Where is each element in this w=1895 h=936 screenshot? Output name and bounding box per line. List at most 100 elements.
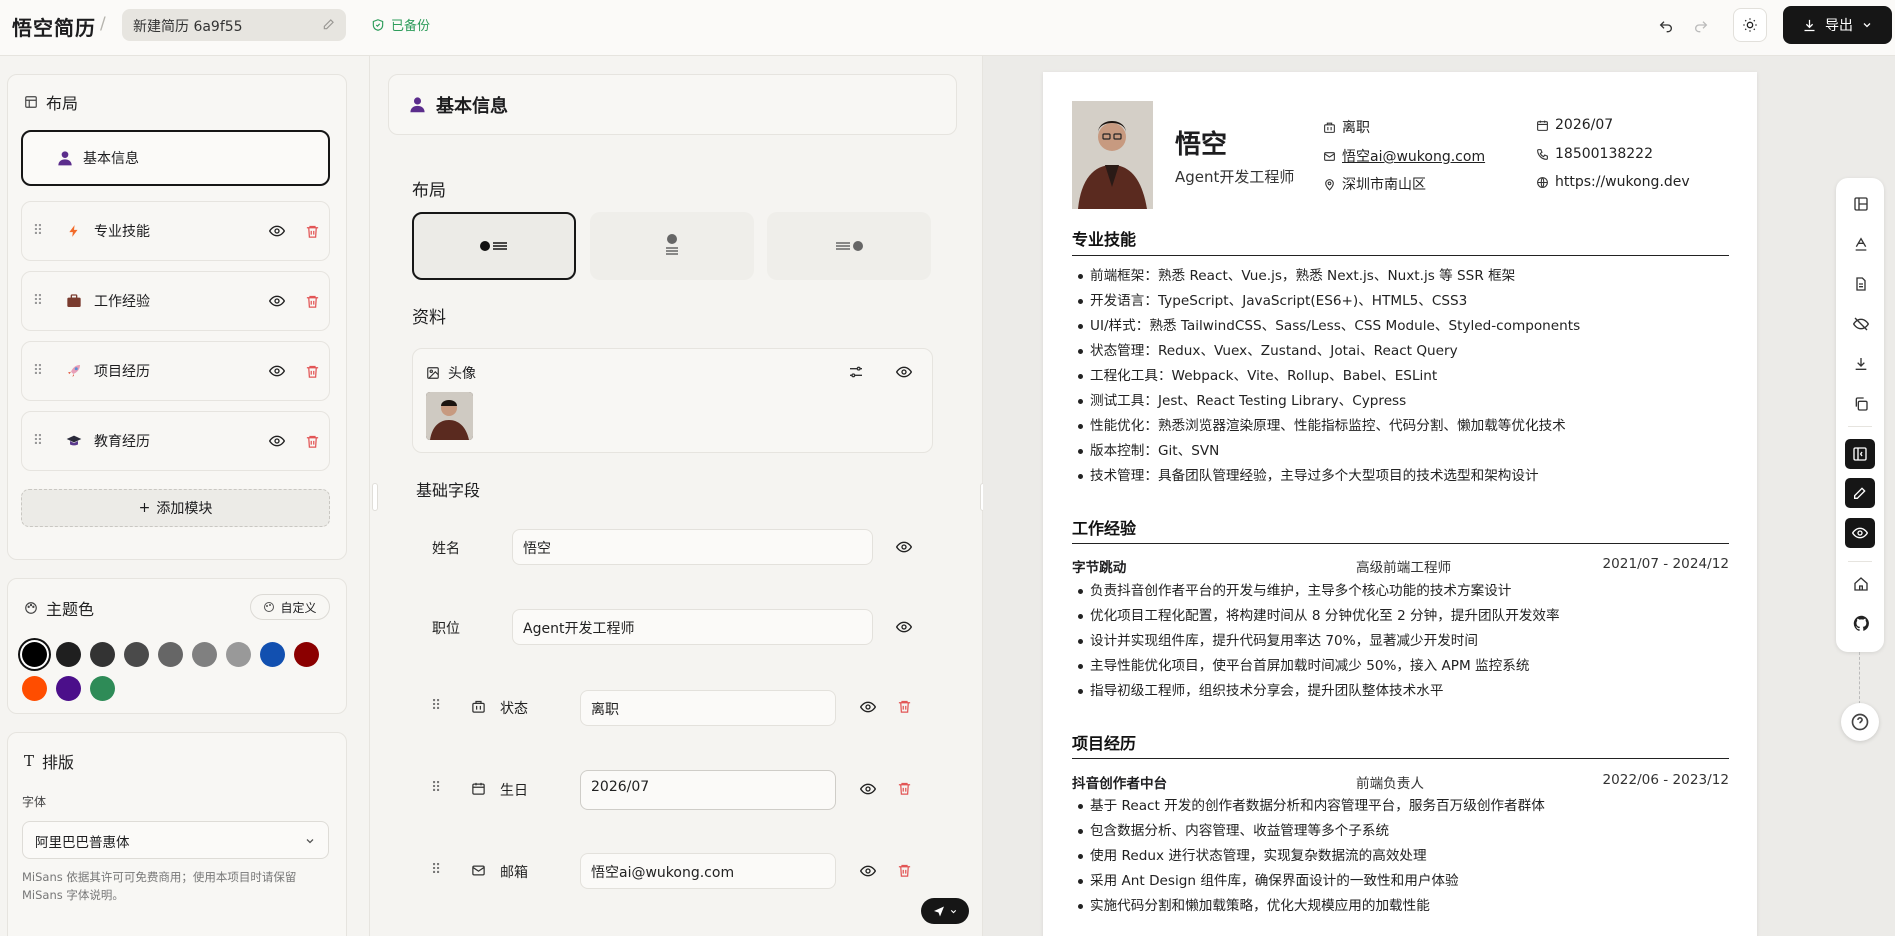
color-swatch[interactable] — [22, 642, 47, 667]
status-input[interactable]: 离职 — [580, 690, 836, 726]
export-label: 导出 — [1825, 18, 1853, 34]
color-swatch[interactable] — [90, 676, 115, 701]
edit-icon[interactable] — [322, 17, 336, 31]
color-swatch[interactable] — [56, 642, 81, 667]
trash-icon[interactable] — [897, 781, 912, 796]
github-button[interactable] — [1848, 610, 1874, 636]
position-field-label: 职位 — [432, 621, 460, 637]
eye-icon — [1852, 525, 1868, 541]
font-select[interactable]: 阿里巴巴普惠体 — [22, 821, 329, 859]
resize-handle[interactable] — [372, 483, 378, 511]
color-swatch[interactable] — [294, 642, 319, 667]
undo-button[interactable] — [1652, 12, 1680, 38]
list-item: 采用 Ant Design 组件库，确保界面设计的一致性和用户体验 — [1072, 869, 1732, 894]
module-projects[interactable]: ⠿ 项目经历 — [21, 341, 330, 401]
home-button[interactable] — [1848, 571, 1874, 597]
eye-icon[interactable] — [896, 619, 912, 635]
color-swatch[interactable] — [56, 676, 81, 701]
birthday-input[interactable]: 2026/07 — [580, 770, 836, 810]
help-icon — [1850, 712, 1870, 732]
skills-list: 前端框架：熟悉 React、Vue.js，熟悉 Next.js、Nuxt.js … — [1072, 264, 1732, 489]
module-skills[interactable]: ⠿ 专业技能 — [21, 201, 330, 261]
trash-icon[interactable] — [295, 434, 329, 449]
color-swatch[interactable] — [260, 642, 285, 667]
email-input[interactable]: 悟空ai@wukong.com — [580, 853, 836, 889]
resume-birthday-value: 2026/07 — [1555, 117, 1614, 133]
eye-icon[interactable] — [896, 364, 912, 380]
sliders-icon[interactable] — [848, 364, 864, 380]
drag-handle-icon[interactable]: ⠿ — [22, 363, 54, 379]
eye-icon[interactable] — [896, 539, 912, 555]
app-logo[interactable]: 悟空简历 — [12, 12, 96, 41]
help-button[interactable] — [1841, 703, 1879, 741]
trash-icon[interactable] — [897, 863, 912, 878]
download-icon — [1853, 356, 1869, 372]
copy-button[interactable] — [1848, 391, 1874, 417]
layout-panel-button[interactable] — [1848, 191, 1874, 217]
briefcase-icon — [54, 293, 94, 309]
drag-handle-icon[interactable]: ⠿ — [22, 433, 54, 449]
resume-status-value: 离职 — [1342, 120, 1370, 136]
trash-icon[interactable] — [295, 224, 329, 239]
position-input[interactable]: Agent开发工程师 — [512, 609, 873, 645]
work-period: 2021/07 - 2024/12 — [1602, 556, 1730, 572]
download-button[interactable] — [1848, 351, 1874, 377]
document-button[interactable] — [1848, 271, 1874, 297]
drag-handle-icon[interactable]: ⠿ — [431, 780, 441, 796]
panel-toggle-button[interactable] — [1845, 439, 1875, 469]
status-input-value: 离职 — [591, 702, 619, 718]
layout-right-avatar-button[interactable] — [767, 212, 931, 280]
module-education[interactable]: ⠿ 教育经历 — [21, 411, 330, 471]
color-swatch[interactable] — [22, 676, 47, 701]
resume-paper: 悟空 Agent开发工程师 离职 悟空ai@wukong.com 深圳市南山区 … — [1043, 72, 1757, 936]
resume-title-input[interactable]: 新建简历 6a9f55 — [122, 9, 346, 41]
module-work-experience[interactable]: ⠿ 工作经验 — [21, 271, 330, 331]
hide-button[interactable] — [1848, 311, 1874, 337]
send-menu-button[interactable] — [921, 898, 969, 924]
color-swatch[interactable] — [192, 642, 217, 667]
avatar-thumbnail[interactable] — [426, 392, 473, 440]
work-position: 高级前端工程师 — [1356, 560, 1452, 576]
name-input[interactable]: 悟空 — [512, 529, 873, 565]
layout-icon — [24, 95, 38, 109]
drag-handle-icon[interactable]: ⠿ — [22, 293, 54, 309]
layout-center-avatar-button[interactable] — [590, 212, 754, 280]
eye-icon[interactable] — [259, 433, 295, 449]
resume-email-link[interactable]: 悟空ai@wukong.com — [1342, 146, 1485, 166]
resume-website-value: https://wukong.dev — [1555, 174, 1690, 190]
eye-icon[interactable] — [860, 699, 876, 715]
color-swatch[interactable] — [158, 642, 183, 667]
preview-mode-button[interactable] — [1845, 518, 1875, 548]
text-style-button[interactable] — [1848, 231, 1874, 257]
add-module-button[interactable]: + 添加模块 — [21, 489, 330, 527]
color-swatch[interactable] — [226, 642, 251, 667]
list-item: 性能优化：熟悉浏览器渲染原理、性能指标监控、代码分割、懒加载等优化技术 — [1072, 414, 1732, 439]
custom-label: 自定义 — [280, 600, 317, 615]
list-item: 实施代码分割和懒加载策略，优化大规模应用的加载性能 — [1072, 894, 1732, 919]
trash-icon[interactable] — [295, 364, 329, 379]
layout-left-avatar-button[interactable] — [412, 212, 576, 280]
eye-icon[interactable] — [259, 293, 295, 309]
drag-handle-icon[interactable]: ⠿ — [431, 862, 441, 878]
eye-icon[interactable] — [860, 863, 876, 879]
custom-color-button[interactable]: 自定义 — [250, 594, 330, 620]
edit-mode-button[interactable] — [1845, 478, 1875, 508]
color-swatch[interactable] — [124, 642, 149, 667]
lightning-icon — [54, 223, 94, 239]
trash-icon[interactable] — [897, 699, 912, 714]
module-basic-info[interactable]: 基本信息 — [21, 130, 330, 186]
drag-handle-icon[interactable]: ⠿ — [22, 223, 54, 239]
export-button[interactable]: 导出 — [1783, 6, 1892, 44]
list-item: 工程化工具：Webpack、Vite、Rollup、Babel、ESLint — [1072, 364, 1732, 389]
eye-icon[interactable] — [259, 223, 295, 239]
eye-icon[interactable] — [259, 363, 295, 379]
mail-icon — [471, 863, 486, 878]
eye-icon[interactable] — [860, 781, 876, 797]
color-swatch[interactable] — [90, 642, 115, 667]
redo-button[interactable] — [1687, 12, 1715, 38]
trash-icon[interactable] — [295, 294, 329, 309]
drag-handle-icon[interactable]: ⠿ — [431, 698, 441, 714]
resume-role: Agent开发工程师 — [1175, 168, 1295, 186]
list-item: 基于 React 开发的创作者数据分析和内容管理平台，服务百万级创作者群体 — [1072, 794, 1732, 819]
theme-toggle-button[interactable] — [1733, 8, 1767, 42]
